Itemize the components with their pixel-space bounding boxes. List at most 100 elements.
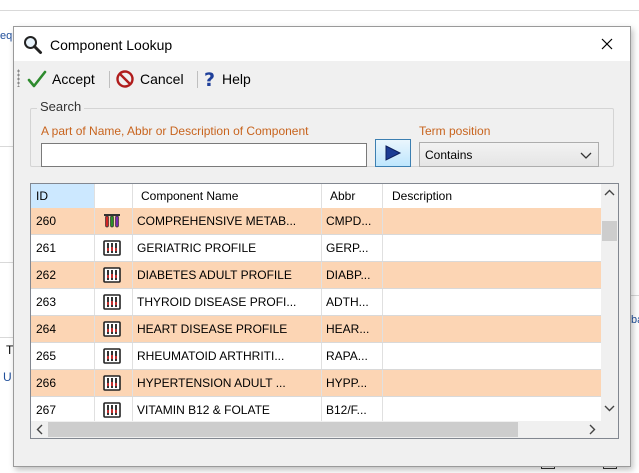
cell-abbr: HEAR... xyxy=(322,316,383,342)
scroll-right-icon[interactable] xyxy=(588,424,596,435)
background-text: U xyxy=(3,370,12,384)
cell-abbr: GERP... xyxy=(322,235,383,261)
magnifier-icon xyxy=(23,35,43,55)
search-group-label: Search xyxy=(37,99,85,114)
search-go-button[interactable] xyxy=(375,139,411,167)
toolbar-grip[interactable] xyxy=(17,69,20,87)
cell-component-name: THYROID DISEASE PROFI... xyxy=(133,289,322,315)
cell-description xyxy=(383,262,601,288)
cell-abbr: CMPD... xyxy=(322,208,383,234)
cell-icon xyxy=(95,316,133,342)
scroll-up-icon[interactable] xyxy=(604,189,615,197)
cell-icon xyxy=(95,208,133,234)
component-grid[interactable]: ID Component Name Abbr Description 260 CO… xyxy=(30,183,619,439)
cancel-button[interactable]: Cancel xyxy=(115,68,184,90)
accept-label: Accept xyxy=(52,71,95,87)
help-icon: ? xyxy=(204,69,215,89)
component-lookup-dialog: Component Lookup Accept Cancel ? Help Se… xyxy=(13,26,631,467)
horizontal-scroll-thumb[interactable] xyxy=(48,422,518,437)
table-row[interactable]: 263 THYROID DISEASE PROFI... ADTH... xyxy=(31,289,601,316)
column-header-abbr[interactable]: Abbr xyxy=(322,184,383,208)
background-divider xyxy=(631,295,639,296)
close-icon xyxy=(601,38,613,50)
toolbar-separator xyxy=(109,71,110,88)
term-position-label: Term position xyxy=(419,124,491,138)
test-rack-icon xyxy=(103,239,121,257)
vertical-scroll-thumb[interactable] xyxy=(602,221,617,241)
column-header-id[interactable]: ID xyxy=(31,184,95,208)
search-input[interactable] xyxy=(41,143,367,167)
close-button[interactable] xyxy=(584,27,630,61)
cell-component-name: RHEUMATOID ARTHRITI... xyxy=(133,343,322,369)
cell-id: 262 xyxy=(31,262,95,288)
dialog-title: Component Lookup xyxy=(50,37,173,53)
background-text: ba xyxy=(631,314,639,326)
cell-icon xyxy=(95,262,133,288)
column-header-description[interactable]: Description xyxy=(383,184,601,208)
scroll-left-icon[interactable] xyxy=(36,424,44,435)
cell-id: 263 xyxy=(31,289,95,315)
cell-description xyxy=(383,208,601,234)
cell-description xyxy=(383,370,601,396)
cell-id: 266 xyxy=(31,370,95,396)
cell-id: 265 xyxy=(31,343,95,369)
cell-component-name: GERIATRIC PROFILE xyxy=(133,235,322,261)
cancel-icon xyxy=(116,70,134,88)
table-row[interactable]: 262 DIABETES ADULT PROFILE DIABP... xyxy=(31,262,601,289)
cell-description xyxy=(383,235,601,261)
svg-text:?: ? xyxy=(204,69,215,89)
cell-id: 261 xyxy=(31,235,95,261)
cell-icon xyxy=(95,343,133,369)
table-row[interactable]: 260 COMPREHENSIVE METAB... CMPD... xyxy=(31,208,601,235)
table-row[interactable]: 261 GERIATRIC PROFILE GERP... xyxy=(31,235,601,262)
table-row[interactable]: 264 HEART DISEASE PROFILE HEAR... xyxy=(31,316,601,343)
test-rack-icon xyxy=(103,293,121,311)
table-row[interactable]: 265 RHEUMATOID ARTHRITI... RAPA... xyxy=(31,343,601,370)
background-divider xyxy=(0,146,14,147)
checkmark-icon xyxy=(27,70,47,88)
cell-abbr: B12/F... xyxy=(322,397,383,423)
title-bar: Component Lookup xyxy=(14,27,630,61)
test-rack-icon xyxy=(103,266,121,284)
column-header-icon[interactable] xyxy=(95,184,133,208)
accept-button[interactable]: Accept xyxy=(27,68,95,90)
cell-description xyxy=(383,316,601,342)
cell-description xyxy=(383,343,601,369)
search-field-label: A part of Name, Abbr or Description of C… xyxy=(41,124,309,138)
background-divider xyxy=(0,337,14,338)
cell-abbr: DIABP... xyxy=(322,262,383,288)
cell-icon xyxy=(95,370,133,396)
cell-component-name: VITAMIN B12 & FOLATE xyxy=(133,397,322,423)
cell-id: 264 xyxy=(31,316,95,342)
cell-component-name: COMPREHENSIVE METAB... xyxy=(133,208,322,234)
scrollbar-corner xyxy=(601,421,618,438)
term-position-value: Contains xyxy=(425,148,473,162)
cell-id: 260 xyxy=(31,208,95,234)
play-arrow-icon xyxy=(385,145,402,161)
column-header-component-name[interactable]: Component Name xyxy=(133,184,322,208)
horizontal-scrollbar[interactable] xyxy=(31,421,601,438)
cell-description xyxy=(383,289,601,315)
chevron-down-icon xyxy=(580,152,592,159)
test-rack-icon xyxy=(103,320,121,338)
test-rack-icon xyxy=(103,347,121,365)
vertical-scrollbar[interactable] xyxy=(601,184,618,422)
table-row[interactable]: 266 HYPERTENSION ADULT ... HYPP... xyxy=(31,370,601,397)
help-button[interactable]: ? Help xyxy=(203,68,251,90)
background-divider xyxy=(0,10,639,11)
cell-icon xyxy=(95,289,133,315)
help-label: Help xyxy=(222,71,251,87)
cell-component-name: HYPERTENSION ADULT ... xyxy=(133,370,322,396)
cell-icon xyxy=(95,397,133,423)
table-row[interactable]: 267 VITAMIN B12 & FOLATE B12/F... xyxy=(31,397,601,424)
cell-id: 267 xyxy=(31,397,95,423)
toolbar-separator xyxy=(197,71,198,88)
cell-description xyxy=(383,397,601,423)
cancel-label: Cancel xyxy=(140,71,184,87)
toolbar: Accept Cancel ? Help xyxy=(14,63,630,93)
term-position-select[interactable]: Contains xyxy=(419,142,599,167)
scroll-down-icon[interactable] xyxy=(604,404,615,412)
test-tubes-icon xyxy=(103,212,121,230)
cell-component-name: DIABETES ADULT PROFILE xyxy=(133,262,322,288)
cell-icon xyxy=(95,235,133,261)
